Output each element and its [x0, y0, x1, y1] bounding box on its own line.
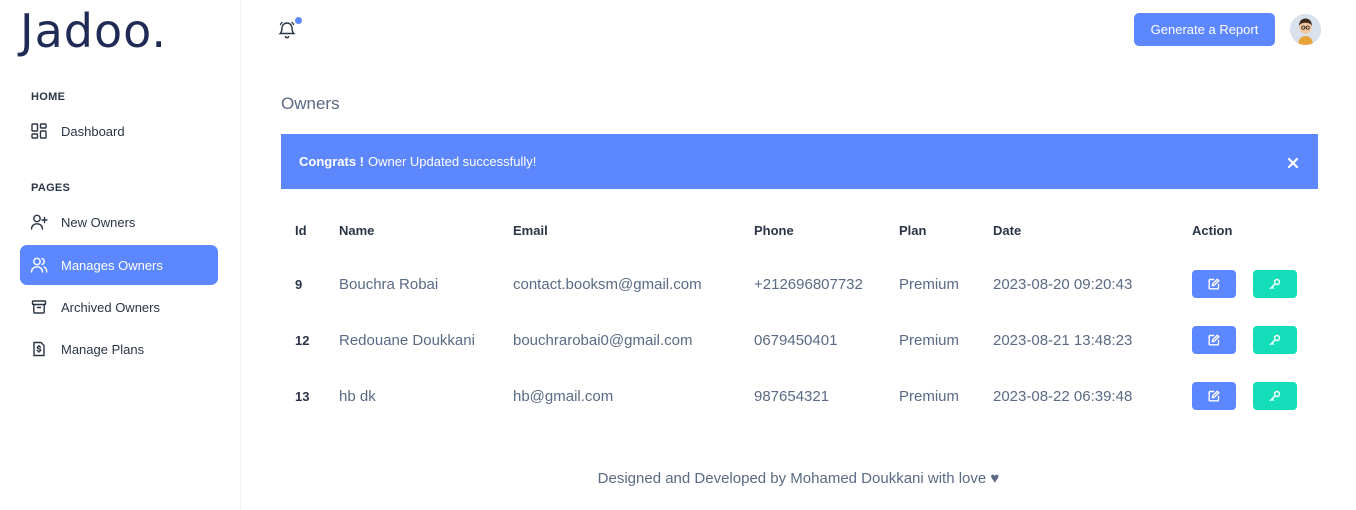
- key-icon: [1269, 278, 1281, 290]
- edit-icon: [1208, 278, 1220, 290]
- column-header-email: Email: [513, 222, 548, 238]
- cell-phone: 0679450401: [754, 331, 838, 349]
- table-header-row: Id Name Email Phone Plan Date Action: [281, 204, 1318, 256]
- notification-button[interactable]: [278, 17, 302, 44]
- user-avatar-icon: [1290, 14, 1321, 45]
- dashboard-icon: [30, 122, 48, 140]
- user-plus-icon: [30, 213, 48, 231]
- heart-icon: ♥: [990, 470, 1000, 487]
- cell-name: Redouane Doukkani: [339, 331, 475, 349]
- alert-message: Owner Updated successfully!: [368, 154, 537, 169]
- cell-plan: Premium: [899, 387, 960, 405]
- footer: Designed and Developed by Mohamed Doukka…: [241, 470, 1356, 487]
- sidebar-item-manages-owners[interactable]: Manages Owners: [20, 245, 218, 285]
- edit-button[interactable]: [1192, 270, 1236, 298]
- avatar[interactable]: [1290, 14, 1321, 45]
- column-header-id: Id: [295, 222, 307, 238]
- reset-password-button[interactable]: [1253, 326, 1297, 354]
- sidebar-item-manage-plans[interactable]: Manage Plans: [20, 329, 218, 369]
- sidebar-item-dashboard[interactable]: Dashboard: [20, 111, 218, 151]
- users-icon: [30, 256, 48, 274]
- column-header-date: Date: [993, 222, 1022, 238]
- notification-dot: [295, 17, 302, 24]
- table-row: 13 hb dk hb@gmail.com 987654321 Premium …: [281, 368, 1318, 424]
- cell-date: 2023-08-20 09:20:43: [993, 275, 1133, 293]
- cell-id: 12: [295, 332, 310, 348]
- nav-caption-pages: PAGES: [31, 182, 71, 194]
- invoice-icon: [30, 340, 48, 358]
- column-header-name: Name: [339, 222, 375, 238]
- table-row: 9 Bouchra Robai contact.booksm@gmail.com…: [281, 256, 1318, 312]
- column-header-action: Action: [1192, 222, 1233, 238]
- alert-strong: Congrats !: [299, 154, 364, 169]
- cell-date: 2023-08-21 13:48:23: [993, 331, 1133, 349]
- success-alert: Congrats ! Owner Updated successfully!: [281, 134, 1318, 189]
- cell-email: contact.booksm@gmail.com: [513, 275, 702, 293]
- cell-name: hb dk: [339, 387, 376, 405]
- close-icon[interactable]: [1286, 156, 1300, 170]
- cell-plan: Premium: [899, 331, 960, 349]
- sidebar-item-label: Manage Plans: [61, 341, 145, 357]
- cell-email: bouchrarobai0@gmail.com: [513, 331, 693, 349]
- cell-plan: Premium: [899, 275, 960, 293]
- cell-id: 13: [295, 388, 310, 404]
- sidebar-item-label: Archived Owners: [61, 299, 160, 315]
- key-icon: [1269, 334, 1281, 346]
- sidebar-item-label: New Owners: [61, 214, 136, 230]
- edit-button[interactable]: [1192, 382, 1236, 410]
- edit-icon: [1208, 334, 1220, 346]
- footer-text: Designed and Developed by Mohamed Doukka…: [597, 470, 987, 487]
- reset-password-button[interactable]: [1253, 382, 1297, 410]
- table-row: 12 Redouane Doukkani bouchrarobai0@gmail…: [281, 312, 1318, 368]
- edit-icon: [1208, 390, 1220, 402]
- cell-action: [1192, 256, 1318, 312]
- cell-date: 2023-08-22 06:39:48: [993, 387, 1133, 405]
- edit-button[interactable]: [1192, 326, 1236, 354]
- key-icon: [1269, 390, 1281, 402]
- column-header-phone: Phone: [754, 222, 794, 238]
- cell-action: [1192, 312, 1318, 368]
- sidebar-item-label: Manages Owners: [61, 257, 163, 273]
- sidebar: Jadoo. HOME Dashboard PAGES New Owners M…: [0, 0, 241, 510]
- cell-email: hb@gmail.com: [513, 387, 614, 405]
- generate-report-button[interactable]: Generate a Report: [1134, 13, 1275, 46]
- sidebar-item-archived-owners[interactable]: Archived Owners: [20, 287, 218, 327]
- owners-table: Id Name Email Phone Plan Date Action 9 B…: [281, 204, 1318, 424]
- sidebar-item-new-owners[interactable]: New Owners: [20, 202, 218, 242]
- cell-action: [1192, 368, 1318, 424]
- cell-id: 9: [295, 276, 303, 292]
- page-title: Owners: [281, 94, 340, 113]
- nav-caption-home: HOME: [31, 91, 66, 103]
- logo[interactable]: Jadoo.: [20, 4, 167, 58]
- reset-password-button[interactable]: [1253, 270, 1297, 298]
- cell-phone: +212696807732: [754, 275, 863, 293]
- bell-icon: [278, 21, 296, 44]
- sidebar-item-label: Dashboard: [61, 123, 125, 139]
- cell-name: Bouchra Robai: [339, 275, 439, 293]
- cell-phone: 987654321: [754, 387, 830, 405]
- archive-icon: [30, 298, 48, 316]
- column-header-plan: Plan: [899, 222, 927, 238]
